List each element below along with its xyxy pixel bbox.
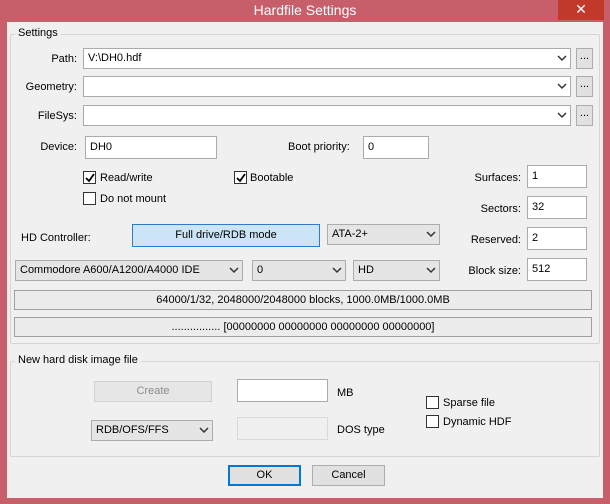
new-image-group [10,361,600,457]
chevron-down-icon [229,267,239,274]
checkmark-icon [236,173,246,183]
fs-select-value: RDB/OFS/FFS [96,424,169,436]
blocksize-input[interactable]: 512 [527,258,587,281]
chevron-down-icon [426,267,436,274]
reserved-input[interactable]: 2 [527,227,587,250]
fs-select[interactable]: RDB/OFS/FFS [91,420,213,441]
device-input[interactable]: DH0 [85,136,217,159]
geometry-label: Geometry: [25,81,77,93]
title-bar[interactable]: Hardfile Settings ✕ [0,0,610,22]
dostype-label: DOS type [337,424,385,436]
chevron-down-icon [332,267,342,274]
filesys-combobox[interactable] [83,105,571,126]
donotmount-checkbox[interactable] [83,192,96,205]
ok-button[interactable]: OK [228,465,301,486]
filesys-browse-button[interactable]: ... [576,105,593,126]
chevron-down-icon [557,55,567,62]
bootable-label: Bootable [250,172,294,184]
dialog-body: Settings Path: V:\DH0.hdf ... Geometry: … [7,22,603,498]
sparse-file-checkbox[interactable] [426,396,439,409]
path-value: V:\DH0.hdf [88,52,142,64]
type-select[interactable]: HD [353,260,440,281]
window-title: Hardfile Settings [253,2,357,18]
cancel-button[interactable]: Cancel [312,465,385,486]
dostype-input[interactable] [237,417,328,440]
ata-select[interactable]: ATA-2+ [327,224,440,245]
unit-select-value: 0 [257,264,264,276]
bootable-checkbox[interactable] [234,171,247,184]
surfaces-label: Surfaces: [474,172,521,184]
geometry-browse-button[interactable]: ... [576,76,593,97]
blocksize-label: Block size: [468,265,521,277]
readwrite-checkbox[interactable] [83,171,96,184]
new-image-group-title: New hard disk image file [15,354,141,367]
sparse-file-label: Sparse file [443,397,495,409]
path-browse-button[interactable]: ... [576,48,593,69]
reserved-label: Reserved: [470,234,521,246]
device-label: Device: [40,141,77,153]
dynamic-hdf-label: Dynamic HDF [443,416,512,428]
controller-select-value: Commodore A600/A1200/A4000 IDE [20,264,200,276]
sectors-label: Sectors: [480,203,521,215]
chevron-down-icon [557,83,567,90]
size-input[interactable] [237,379,328,402]
unit-select[interactable]: 0 [252,260,346,281]
rdb-mode-button[interactable]: Full drive/RDB mode [132,224,320,247]
sectors-input[interactable]: 32 [527,196,587,219]
geometry-info-box: 64000/1/32, 2048000/2048000 blocks, 1000… [14,290,592,310]
close-button[interactable]: ✕ [558,0,604,20]
chevron-down-icon [426,231,436,238]
boot-priority-input[interactable]: 0 [363,136,429,159]
type-select-value: HD [358,264,374,276]
checkmark-icon [85,173,95,183]
surfaces-input[interactable]: 1 [527,165,587,188]
size-unit-label: MB [337,387,354,399]
settings-group-title: Settings [15,27,61,40]
controller-select[interactable]: Commodore A600/A1200/A4000 IDE [15,260,243,281]
path-label: Path: [51,53,77,65]
path-combobox[interactable]: V:\DH0.hdf [83,48,571,69]
ata-select-value: ATA-2+ [332,228,368,240]
dynamic-hdf-checkbox[interactable] [426,415,439,428]
readwrite-label: Read/write [100,172,153,184]
geometry-combobox[interactable] [83,76,571,97]
hd-controller-label: HD Controller: [21,232,91,244]
filesys-label: FileSys: [37,110,77,122]
boot-priority-label: Boot priority: [288,141,350,153]
create-button[interactable]: Create [94,381,212,402]
donotmount-label: Do not mount [100,193,167,205]
close-icon: ✕ [575,1,587,17]
block-info-box: ................ [00000000 00000000 0000… [14,317,592,337]
chevron-down-icon [199,427,209,434]
chevron-down-icon [557,112,567,119]
